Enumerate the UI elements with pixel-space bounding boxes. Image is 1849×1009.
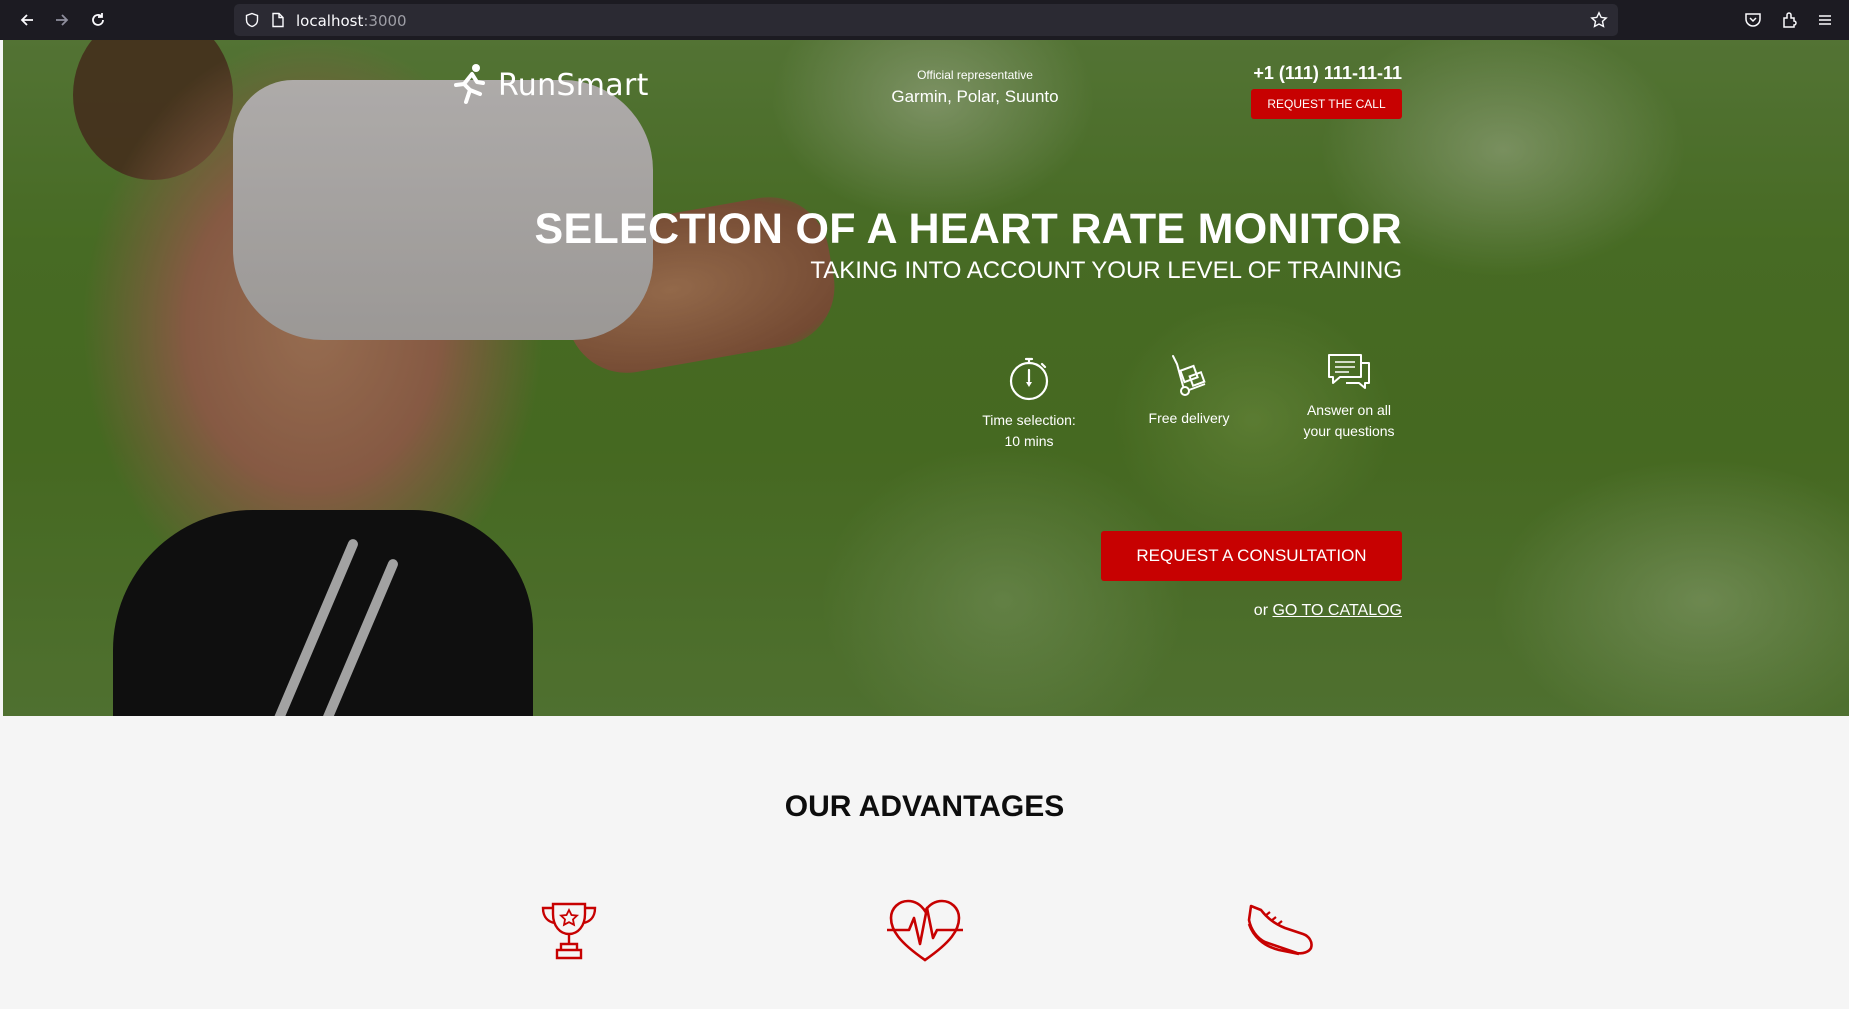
feature-text-line2: your questions — [1303, 423, 1395, 439]
back-button[interactable] — [10, 3, 44, 37]
hero-subtitle: TAKING INTO ACCOUNT YOUR LEVEL OF TRAINI… — [810, 257, 1402, 284]
menu-icon[interactable] — [1816, 11, 1834, 29]
trophy-icon — [541, 902, 597, 960]
feature-text-line1: Time selection: — [982, 412, 1076, 428]
reload-icon — [92, 13, 104, 26]
phone-number[interactable]: +1 (111) 111-11-11 — [1240, 63, 1402, 84]
official-representative: Official representative Garmin, Polar, S… — [880, 68, 1070, 107]
delivery-cart-icon — [1172, 355, 1206, 396]
forward-button[interactable] — [45, 3, 79, 37]
feature-free-delivery: Free delivery — [1119, 354, 1259, 429]
pocket-icon[interactable] — [1744, 11, 1762, 29]
feature-text-line1: Free delivery — [1148, 410, 1230, 426]
feature-answer-questions: Answer on all your questions — [1279, 352, 1419, 442]
url-bar[interactable]: localhost:3000 — [234, 4, 1618, 36]
back-arrow-icon — [20, 14, 33, 26]
catalog-prefix: or — [1253, 602, 1269, 619]
browser-toolbar: localhost:3000 — [0, 0, 1849, 40]
request-consultation-button[interactable]: REQUEST A CONSULTATION — [1101, 531, 1402, 581]
go-to-catalog-link[interactable]: GO TO CATALOG — [1272, 602, 1402, 619]
shield-icon — [245, 12, 259, 28]
stopwatch-icon — [1009, 357, 1049, 401]
hero-title: SELECTION OF A HEART RATE MONITOR — [534, 205, 1402, 253]
url-text: localhost:3000 — [296, 12, 407, 30]
logo-text: RunSmart — [498, 67, 649, 103]
rep-brands: Garmin, Polar, Suunto — [891, 87, 1059, 106]
heart-pulse-icon — [887, 899, 963, 962]
rep-label: Official representative — [917, 68, 1033, 82]
extensions-icon[interactable] — [1781, 11, 1799, 29]
feature-text-line1: Answer on all — [1306, 402, 1392, 418]
bookmark-star-icon[interactable] — [1590, 11, 1608, 29]
feature-text-line2: 10 mins — [1004, 433, 1054, 449]
advantages-title: OUR ADVANTAGES — [784, 790, 1065, 823]
logo[interactable]: RunSmart — [450, 62, 649, 108]
page-icon — [272, 12, 284, 28]
hero-section — [3, 40, 1849, 716]
request-call-button[interactable]: REQUEST THE CALL — [1251, 89, 1402, 119]
feature-time-selection: Time selection: 10 mins — [959, 354, 1099, 452]
reload-button[interactable] — [81, 3, 115, 37]
forward-arrow-icon — [56, 14, 69, 26]
catalog-link-row: or GO TO CATALOG — [1250, 602, 1402, 620]
chat-bubbles-icon — [1328, 354, 1370, 389]
runner-logo-icon — [454, 64, 485, 104]
running-shoe-icon — [1247, 904, 1313, 956]
hero-overlay — [3, 40, 1849, 716]
